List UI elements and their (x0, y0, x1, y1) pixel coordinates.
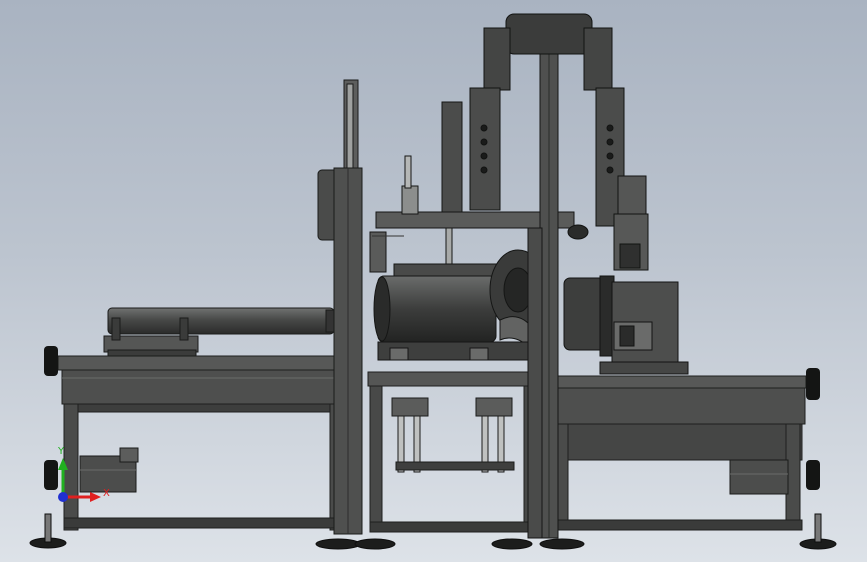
right-bottom-beam (555, 519, 803, 531)
left-column (317, 79, 363, 535)
triad-y-label: Y (57, 446, 65, 457)
servo-motor-right (729, 459, 789, 495)
left-lower-beam (63, 403, 343, 413)
middle-bottom-beam (369, 521, 537, 533)
gear-motor (563, 275, 689, 375)
cad-viewport[interactable]: X Y (0, 0, 867, 562)
servo-motor-left (79, 447, 139, 493)
triad-x-label: X (103, 488, 110, 499)
center-column (527, 19, 559, 539)
triad-origin (58, 492, 68, 502)
base-frame (57, 355, 807, 533)
right-table-top (551, 375, 807, 389)
feed-tube (103, 307, 339, 357)
middle-frame-left (369, 385, 383, 533)
left-bottom-beam (63, 517, 355, 529)
lift-cylinders (391, 397, 515, 473)
middle-top-beam (367, 371, 539, 387)
right-lower-beam (555, 423, 803, 461)
right-table-rail (554, 387, 806, 425)
upper-gantry (469, 13, 649, 271)
drum-body (377, 275, 497, 343)
left-table-rail (61, 369, 345, 405)
left-table-top (57, 355, 347, 371)
